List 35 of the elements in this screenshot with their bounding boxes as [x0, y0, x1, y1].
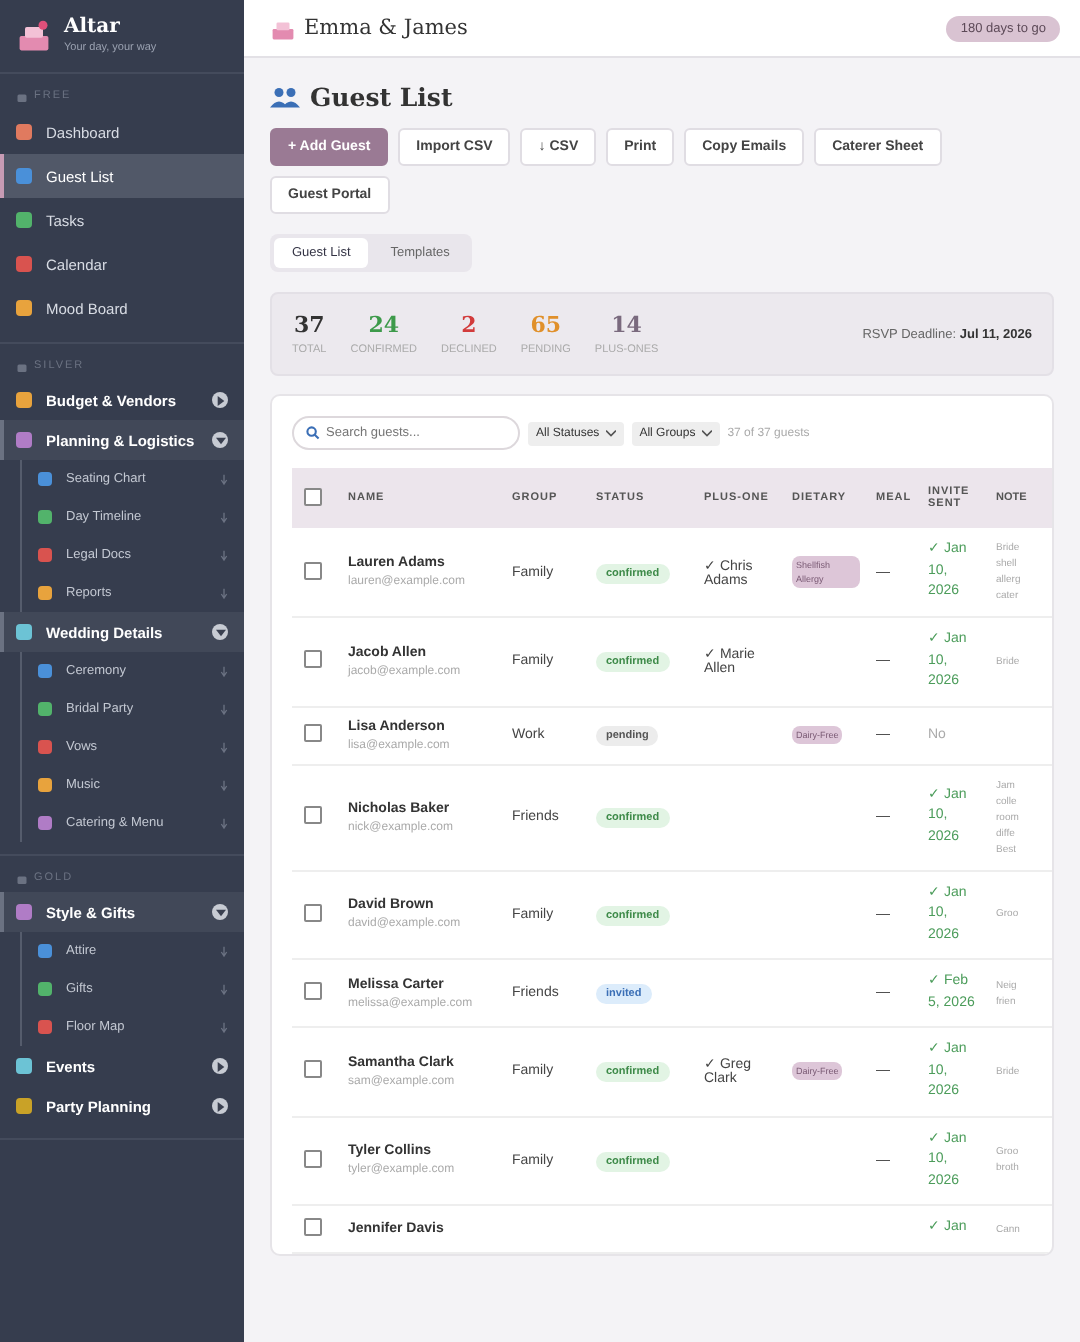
arrow-down-icon [220, 549, 228, 561]
arrow-down-icon [220, 779, 228, 791]
stat-value: 24 [366, 312, 402, 338]
row-checkbox[interactable] [304, 1149, 322, 1168]
search-icon [306, 426, 320, 440]
row-checkbox[interactable] [304, 1218, 322, 1236]
cake-icon [16, 17, 52, 53]
select-all-checkbox[interactable] [304, 487, 322, 505]
couple-title: Emma & James [304, 16, 468, 40]
arrow-down-icon [220, 511, 228, 523]
stat-value: 14 [609, 312, 644, 338]
row-checkbox[interactable] [304, 982, 322, 1000]
row-checkbox[interactable] [304, 1060, 322, 1079]
arrow-down-icon [220, 1021, 228, 1033]
people-icon [270, 86, 300, 108]
page-title: Guest List [310, 82, 453, 112]
arrow-down-icon [220, 703, 228, 715]
row-checkbox[interactable] [304, 806, 322, 824]
arrow-down-icon [220, 983, 228, 995]
arrow-down-icon [220, 945, 228, 957]
row-checkbox[interactable] [304, 561, 322, 579]
chevron-down-icon [701, 429, 712, 437]
app-title: Altar [64, 16, 122, 38]
stat-value: 37 [292, 312, 327, 338]
chevron-down-icon [605, 429, 616, 437]
row-checkbox[interactable] [304, 650, 322, 669]
stat-value: 2 [459, 312, 479, 338]
row-checkbox[interactable] [304, 724, 322, 742]
row-checkbox[interactable] [304, 903, 322, 922]
arrow-down-icon [220, 587, 228, 599]
arrow-down-icon [220, 665, 228, 677]
arrow-down-icon [220, 817, 228, 829]
arrow-down-icon [220, 741, 228, 753]
stat-value: 65 [528, 312, 564, 338]
arrow-down-icon [220, 473, 228, 485]
